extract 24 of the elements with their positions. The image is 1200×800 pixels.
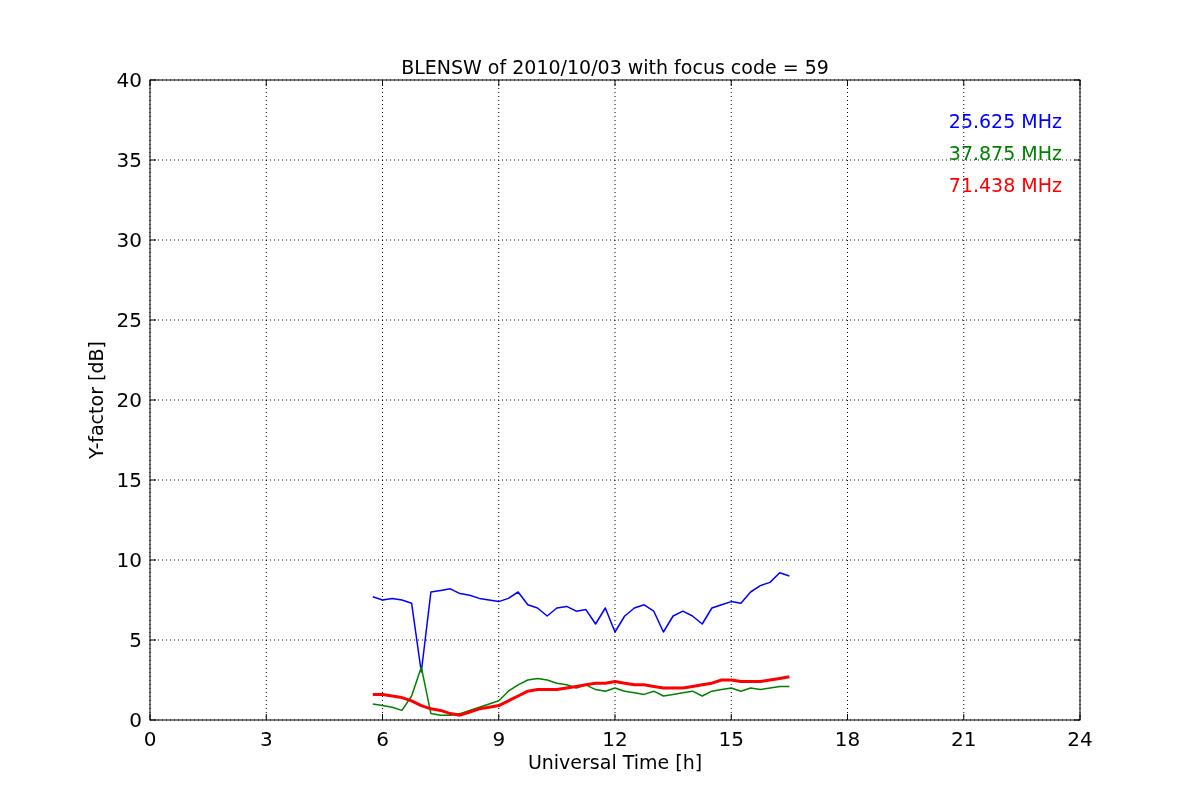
x-tick-label: 6 bbox=[376, 727, 389, 751]
y-tick-label: 10 bbox=[116, 548, 142, 572]
y-axis-label: Y-factor [dB] bbox=[85, 341, 107, 459]
x-tick-label: 15 bbox=[718, 727, 744, 751]
series-label: 71.438 MHz bbox=[948, 174, 1062, 196]
y-tick-label: 35 bbox=[116, 148, 142, 172]
x-tick-label: 0 bbox=[143, 727, 157, 751]
y-tick-label: 25 bbox=[116, 308, 142, 332]
x-tick-label: 21 bbox=[951, 727, 977, 751]
series-label: 25.625 MHz bbox=[948, 110, 1062, 132]
chart-title: BLENSW of 2010/10/03 with focus code = 59 bbox=[401, 56, 829, 78]
y-tick-label: 15 bbox=[116, 468, 142, 492]
y-tick-label: 5 bbox=[129, 628, 142, 652]
x-tick-label: 12 bbox=[602, 727, 628, 751]
x-tick-label: 9 bbox=[492, 727, 506, 751]
y-tick-label: 0 bbox=[129, 708, 142, 732]
x-tick-label: 18 bbox=[834, 727, 861, 751]
y-tick-label: 40 bbox=[116, 68, 142, 92]
y-tick-label: 30 bbox=[116, 228, 142, 252]
x-axis-label: Universal Time [h] bbox=[527, 751, 703, 773]
series-label: 37.875 MHz bbox=[948, 142, 1062, 164]
x-tick-label: 3 bbox=[259, 727, 273, 751]
y-tick-label: 20 bbox=[116, 388, 142, 412]
x-tick-label: 24 bbox=[1067, 727, 1093, 751]
